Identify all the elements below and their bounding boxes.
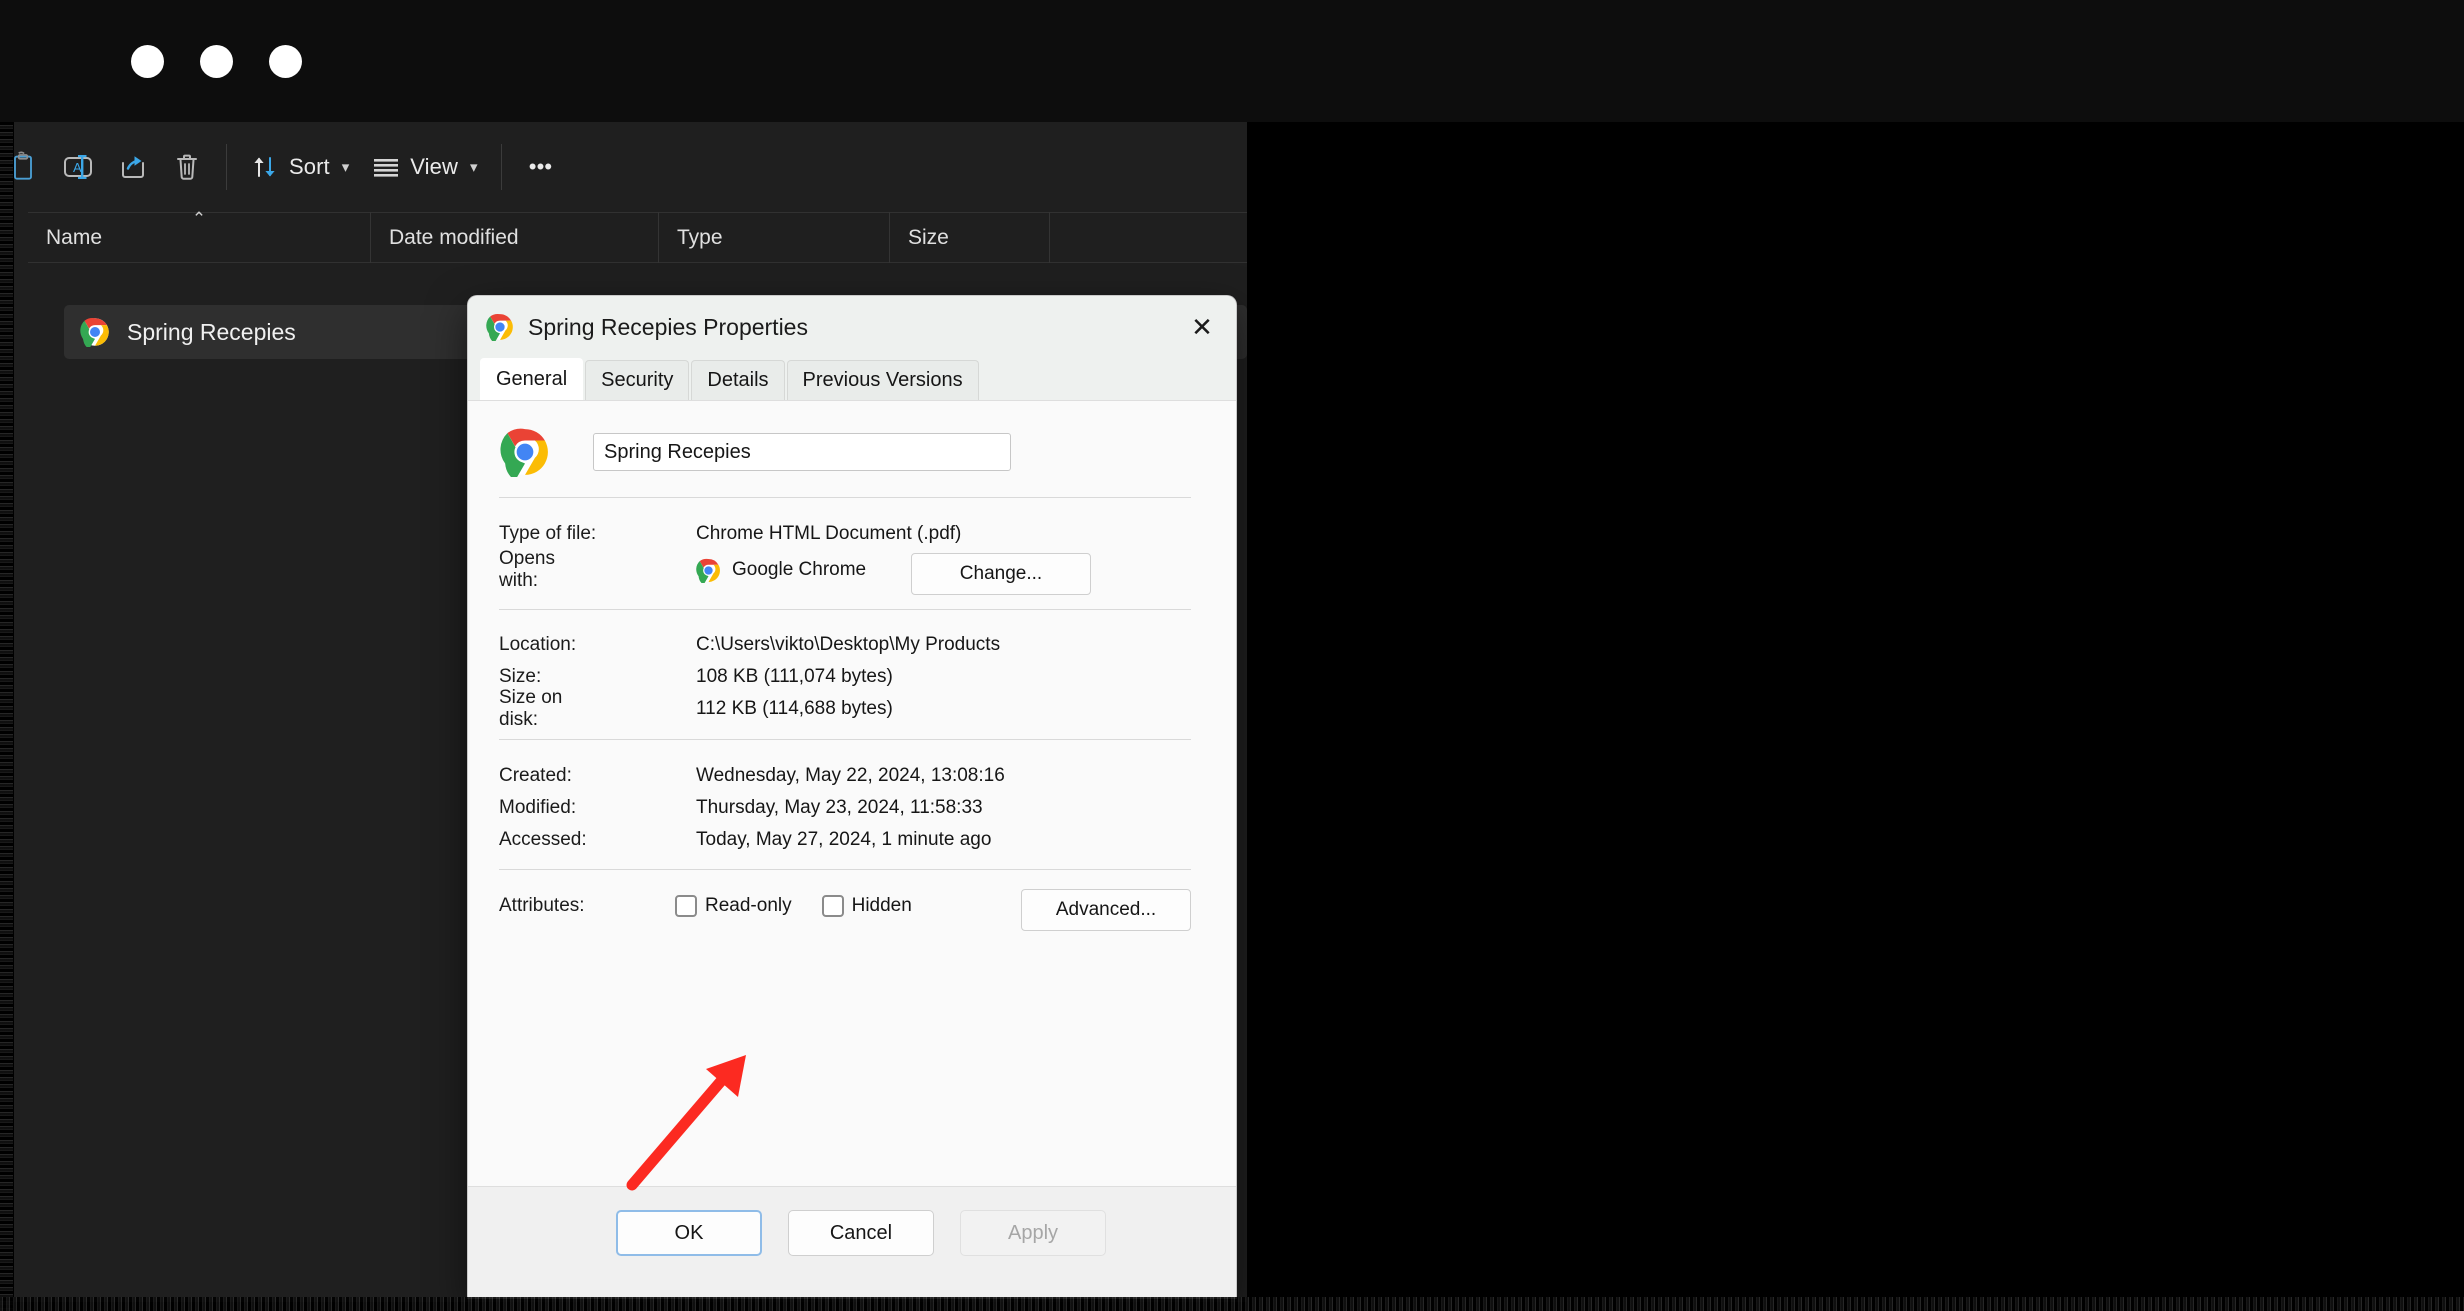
file-name-input[interactable]: Spring Recepies <box>593 433 1011 471</box>
chevron-down-icon: ▾ <box>469 158 478 176</box>
clipboard-paste-icon <box>8 151 38 183</box>
sort-label: Sort <box>289 154 330 179</box>
modified-value: Thursday, May 23, 2024, 11:58:33 <box>696 797 983 818</box>
sort-arrows-icon <box>250 152 280 182</box>
file-name-row: Spring Recepies <box>468 419 1236 485</box>
location-value: C:\Users\vikto\Desktop\My Products <box>696 634 1001 655</box>
chrome-icon <box>499 427 551 477</box>
tab-details[interactable]: Details <box>691 360 785 400</box>
modified-row: Modified: Thursday, May 23, 2024, 11:58:… <box>499 793 1199 823</box>
created-value: Wednesday, May 22, 2024, 13:08:16 <box>696 765 1005 786</box>
paste-button[interactable] <box>0 140 50 194</box>
ellipsis-icon: ••• <box>528 154 553 179</box>
chrome-icon <box>486 313 514 341</box>
accessed-label: Accessed: <box>499 829 587 850</box>
created-label: Created: <box>499 765 572 786</box>
delete-button[interactable] <box>160 140 214 194</box>
close-icon[interactable]: ✕ <box>1168 296 1236 358</box>
recording-dot-3[interactable] <box>269 45 302 78</box>
attributes-label: Attributes: <box>499 895 585 916</box>
size-on-disk-label: Size on disk: <box>499 687 563 730</box>
recording-dot-1[interactable] <box>131 45 164 78</box>
recording-dot-2[interactable] <box>200 45 233 78</box>
chevron-down-icon: ▾ <box>341 158 350 176</box>
window-titlebar <box>0 0 2464 122</box>
change-button[interactable]: Change... <box>911 553 1091 595</box>
opens-with-row: Opens with: Google Chrome <box>499 548 1199 591</box>
toolbar-divider-1 <box>226 144 227 190</box>
sort-button[interactable]: Sort ▾ <box>239 140 360 194</box>
divider-2 <box>499 609 1191 610</box>
screen-root: A Sort ▾ View ▾ ••• ⌃ Name Date modified… <box>0 0 2464 1311</box>
size-value: 108 KB (111,074 bytes) <box>696 666 893 687</box>
column-header-row: ⌃ Name Date modified Type Size <box>28 209 1247 263</box>
column-header-type[interactable]: Type <box>659 212 890 263</box>
tab-security[interactable]: Security <box>585 360 690 400</box>
advanced-button[interactable]: Advanced... <box>1021 889 1191 931</box>
cancel-button[interactable]: Cancel <box>788 1210 934 1256</box>
rename-button[interactable]: A <box>50 140 106 194</box>
opens-with-value: Google Chrome <box>732 559 867 580</box>
size-label: Size: <box>499 666 542 687</box>
chrome-icon <box>80 317 110 347</box>
sort-ascending-icon: ⌃ <box>191 209 207 228</box>
accessed-value: Today, May 27, 2024, 1 minute ago <box>696 829 992 850</box>
column-header-name[interactable]: ⌃ Name <box>28 209 371 263</box>
column-header-name-label: Name <box>46 225 103 249</box>
screen-bottom-edge <box>0 1297 2464 1311</box>
column-header-type-label: Type <box>677 225 723 249</box>
dialog-tab-strip: General Security Details Previous Versio… <box>468 358 1236 400</box>
more-button[interactable]: ••• <box>514 140 568 194</box>
dialog-title: Spring Recepies Properties <box>528 313 808 340</box>
view-label: View <box>410 154 458 179</box>
column-header-date-label: Date modified <box>389 225 519 249</box>
rename-icon: A <box>61 152 95 182</box>
hidden-checkbox[interactable] <box>821 895 844 917</box>
trash-icon <box>173 151 201 183</box>
read-only-checkbox-group[interactable]: Read-only <box>675 895 792 917</box>
ok-button[interactable]: OK <box>616 1210 762 1256</box>
explorer-command-bar: A Sort ▾ View ▾ ••• <box>14 122 1247 212</box>
toolbar-divider-2 <box>500 144 502 190</box>
type-of-file-row: Type of file: Chrome HTML Document (.pdf… <box>499 519 1199 549</box>
share-button[interactable] <box>106 140 160 194</box>
type-of-file-value: Chrome HTML Document (.pdf) <box>696 523 962 544</box>
file-name-label: Spring Recepies <box>127 318 296 345</box>
column-header-size[interactable]: Size <box>890 212 1050 263</box>
size-row: Size: 108 KB (111,074 bytes) <box>499 662 1199 692</box>
created-row: Created: Wednesday, May 22, 2024, 13:08:… <box>499 761 1199 791</box>
view-lines-icon <box>371 155 401 179</box>
apply-button: Apply <box>960 1210 1106 1256</box>
hidden-label: Hidden <box>851 895 912 916</box>
type-of-file-label: Type of file: <box>499 523 597 544</box>
view-button[interactable]: View ▾ <box>360 140 488 194</box>
divider-3 <box>499 739 1191 740</box>
size-on-disk-value: 112 KB (114,688 bytes) <box>696 698 893 719</box>
divider-1 <box>499 497 1191 498</box>
svg-text:A: A <box>73 160 82 175</box>
modified-label: Modified: <box>499 797 577 818</box>
properties-dialog: Spring Recepies Properties ✕ General Sec… <box>468 296 1236 1298</box>
divider-4 <box>499 869 1191 870</box>
chrome-icon <box>696 558 721 583</box>
dialog-body: Spring Recepies Type of file: Chrome HTM… <box>468 400 1236 1186</box>
column-header-size-label: Size <box>908 225 949 249</box>
hidden-checkbox-group[interactable]: Hidden <box>821 895 912 917</box>
tab-previous-versions[interactable]: Previous Versions <box>786 360 979 400</box>
column-header-date-modified[interactable]: Date modified <box>371 212 659 263</box>
share-icon <box>117 152 149 182</box>
tab-general[interactable]: General <box>480 358 584 400</box>
read-only-label: Read-only <box>705 895 792 916</box>
opens-with-label: Opens with: <box>499 548 555 591</box>
screen-left-edge <box>0 122 13 1311</box>
size-on-disk-row: Size on disk: 112 KB (114,688 bytes) <box>499 687 1199 730</box>
accessed-row: Accessed: Today, May 27, 2024, 1 minute … <box>499 825 1199 855</box>
dialog-titlebar: Spring Recepies Properties ✕ <box>468 296 1236 358</box>
read-only-checkbox[interactable] <box>675 895 697 917</box>
location-label: Location: <box>499 634 577 655</box>
dialog-footer: OK Cancel Apply <box>468 1186 1236 1298</box>
location-row: Location: C:\Users\vikto\Desktop\My Prod… <box>499 630 1199 660</box>
